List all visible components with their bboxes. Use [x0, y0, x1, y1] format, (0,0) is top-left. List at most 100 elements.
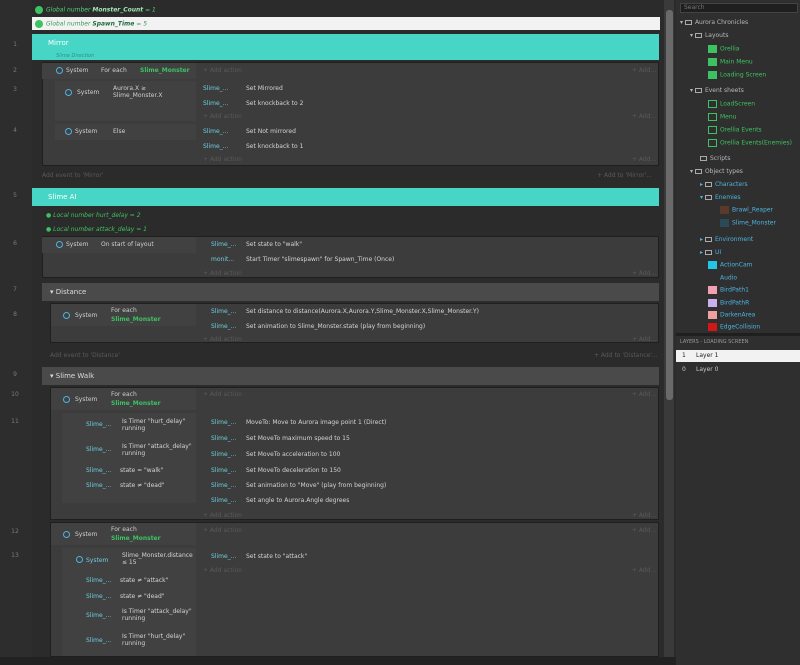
- tree-scripts[interactable]: Scripts: [700, 155, 731, 162]
- add-event-link[interactable]: Add event to 'Mirror': [42, 172, 103, 179]
- tree-object[interactable]: Audio: [708, 274, 737, 282]
- collapse-icon[interactable]: ▾: [690, 168, 693, 175]
- tree-characters[interactable]: ▸ Characters: [700, 181, 748, 188]
- layer-row[interactable]: 0 Layer 0: [676, 364, 800, 376]
- group-slime-ai[interactable]: Slime AI: [32, 188, 659, 206]
- add-action-link[interactable]: + Add action: [203, 336, 242, 343]
- condition-object[interactable]: Slime_...: [86, 593, 111, 600]
- foreach-condition[interactable]: System For each Slime_Monster: [42, 63, 196, 79]
- condition-hurt-timer[interactable]: Is Timer "hurt_delay" running: [122, 418, 194, 432]
- add-link[interactable]: + Add...: [632, 512, 656, 519]
- action-set-animation[interactable]: Set animation to Slime_Monster.state (pl…: [246, 323, 425, 330]
- collapse-icon[interactable]: ▾: [690, 87, 693, 94]
- tree-layout-orellia[interactable]: Orellia: [708, 45, 739, 53]
- condition-object[interactable]: Slime_...: [86, 637, 111, 644]
- foreach-condition[interactable]: System For each Slime_Monster: [51, 304, 196, 326]
- tree-brawl-reaper[interactable]: Brawl_Reaper: [720, 206, 773, 214]
- add-link[interactable]: + Add...: [632, 567, 656, 574]
- tree-sheet-menu[interactable]: Menu: [708, 113, 736, 121]
- add-link[interactable]: + Add...: [632, 156, 656, 163]
- condition-object[interactable]: Slime_...: [86, 612, 111, 619]
- tree-slime-monster[interactable]: Slime_Monster: [720, 219, 776, 227]
- action-object[interactable]: Slime_...: [203, 143, 228, 150]
- action-set-knockback[interactable]: Set knockback to 1: [246, 143, 303, 150]
- collapse-icon[interactable]: ▾: [690, 32, 693, 39]
- action-object[interactable]: Slime_...: [211, 482, 236, 489]
- add-action-link[interactable]: + Add action: [203, 391, 242, 398]
- tree-sheet-orellia-events[interactable]: Orellia Events: [708, 126, 762, 134]
- condition-state-walk[interactable]: state = "walk": [120, 467, 163, 474]
- collapse-icon[interactable]: ▾: [680, 19, 683, 26]
- action-object[interactable]: monit...: [211, 256, 234, 263]
- foreach-condition[interactable]: System For each Slime_Monster: [51, 523, 196, 545]
- tree-object[interactable]: EdgeCollision: [708, 323, 760, 331]
- add-action-link[interactable]: + Add action: [203, 113, 242, 120]
- group-distance[interactable]: ▾ Distance: [42, 283, 659, 301]
- action-object[interactable]: Slime_...: [203, 85, 228, 92]
- condition-hurt-timer[interactable]: Is Timer "hurt_delay" running: [122, 633, 194, 647]
- tree-object[interactable]: ActionCam: [708, 261, 753, 269]
- action-moveto[interactable]: MoveTo: Move to Aurora image point 1 (Di…: [246, 419, 386, 426]
- tree-sheet-loadscreen[interactable]: LoadScreen: [708, 100, 755, 108]
- collapse-icon[interactable]: ▾: [50, 288, 54, 296]
- action-set-not-mirrored[interactable]: Set Not mirrored: [246, 128, 296, 135]
- action-object[interactable]: Slime_...: [211, 241, 236, 248]
- tree-event-sheets[interactable]: ▾ Event sheets: [690, 87, 744, 94]
- foreach-condition[interactable]: System For each Slime_Monster: [51, 388, 196, 410]
- condition-object[interactable]: Slime_...: [86, 577, 111, 584]
- tree-layouts[interactable]: ▾ Layouts: [690, 32, 728, 39]
- condition-object[interactable]: Slime_...: [86, 467, 111, 474]
- add-link[interactable]: + Add...: [632, 391, 656, 398]
- action-object[interactable]: Slime_...: [211, 323, 236, 330]
- condition-object[interactable]: Slime_...: [86, 482, 111, 489]
- add-link[interactable]: + Add...: [632, 336, 656, 343]
- global-var-monster-count[interactable]: Global number Monster_Count = 1: [32, 3, 660, 16]
- add-action-link[interactable]: + Add action: [203, 512, 242, 519]
- panel-divider[interactable]: [676, 333, 800, 336]
- action-set-state[interactable]: Set state to "walk": [246, 241, 302, 248]
- tree-enemies[interactable]: ▾ Enemies: [700, 194, 741, 201]
- action-object[interactable]: Slime_...: [211, 308, 236, 315]
- action-object[interactable]: Slime_...: [211, 467, 236, 474]
- action-object[interactable]: Slime_...: [211, 435, 236, 442]
- add-action-link[interactable]: + Add action: [203, 527, 242, 534]
- add-action-link[interactable]: + Add action: [203, 67, 242, 74]
- add-action-link[interactable]: + Add action: [203, 567, 242, 574]
- add-to-group-link[interactable]: + Add to 'Distance'...: [594, 352, 658, 359]
- search-input[interactable]: Search: [680, 3, 798, 13]
- add-action-link[interactable]: + Add action: [203, 270, 242, 277]
- condition-attack-timer[interactable]: Is Timer "attack_delay" running: [122, 443, 194, 457]
- action-object[interactable]: Slime_...: [211, 497, 236, 504]
- tree-object[interactable]: BirdPath1: [708, 286, 749, 294]
- condition-state-not-dead[interactable]: state ≠ "dead": [120, 482, 165, 489]
- action-object[interactable]: Slime_...: [203, 100, 228, 107]
- action-set-state[interactable]: Set state to "attack": [246, 553, 307, 560]
- add-to-group-link[interactable]: + Add to 'Mirror'...: [597, 172, 652, 179]
- add-link[interactable]: + Add...: [632, 67, 656, 74]
- tree-sheet-orellia-enemies[interactable]: Orellia Events(Enemies): [708, 139, 792, 147]
- add-link[interactable]: + Add...: [632, 527, 656, 534]
- event-3-condition[interactable]: System Aurora.X ≥ Slime_Monster.X: [55, 81, 196, 121]
- start-layout-condition[interactable]: System On start of layout: [42, 237, 196, 253]
- tree-layout-main-menu[interactable]: Main Menu: [708, 58, 753, 66]
- condition-object[interactable]: Slime_...: [86, 446, 111, 453]
- condition-distance[interactable]: Slime_Monster.distance ≤ 15: [122, 552, 194, 566]
- add-event-link[interactable]: Add event to 'Distance': [50, 352, 120, 359]
- add-link[interactable]: + Add...: [632, 270, 656, 277]
- action-set-angle[interactable]: Set angle to Aurora.Angle degrees: [246, 497, 349, 504]
- local-var-hurt-delay[interactable]: ● Local number hurt_delay = 2: [46, 212, 141, 219]
- local-var-attack-delay[interactable]: ● Local number attack_delay = 1: [46, 226, 147, 233]
- action-object[interactable]: Slime_...: [211, 451, 236, 458]
- add-link[interactable]: + Add...: [632, 113, 656, 120]
- expand-icon[interactable]: ▸: [700, 249, 703, 256]
- action-object[interactable]: Slime_...: [211, 553, 236, 560]
- group-slime-walk[interactable]: ▾ Slime Walk: [42, 367, 659, 385]
- collapse-icon[interactable]: ▾: [700, 194, 703, 201]
- action-object[interactable]: Slime_...: [203, 128, 228, 135]
- action-object[interactable]: Slime_...: [211, 419, 236, 426]
- tree-ui[interactable]: ▸ UI: [700, 249, 721, 256]
- group-mirror[interactable]: Mirror Slime Direction: [32, 34, 659, 60]
- action-set-mirrored[interactable]: Set Mirrored: [246, 85, 283, 92]
- condition-attack-timer[interactable]: Is Timer "attack_delay" running: [122, 608, 194, 622]
- tree-object[interactable]: BirdPathR: [708, 299, 749, 307]
